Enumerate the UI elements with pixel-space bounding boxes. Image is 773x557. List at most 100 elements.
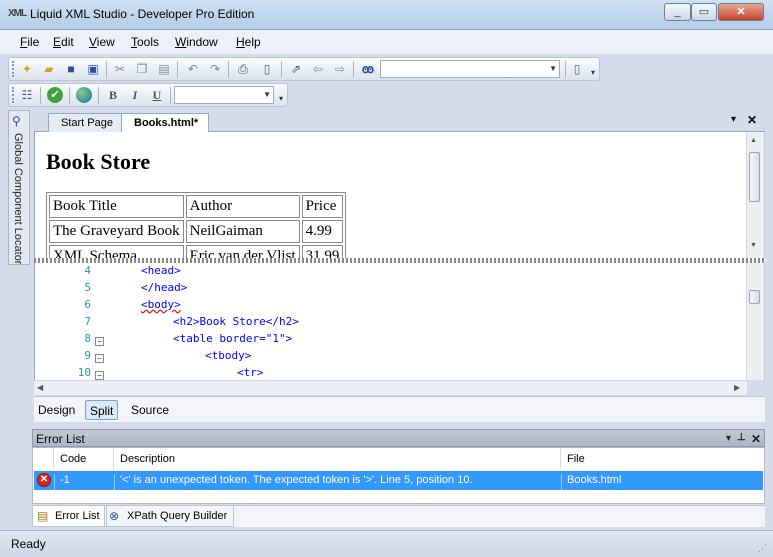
bold-button[interactable]: B — [105, 87, 121, 103]
design-view[interactable]: Book Store Book Title Author Price The G… — [34, 132, 763, 258]
menu-view[interactable]: View — [89, 35, 115, 49]
tab-split[interactable]: Split — [85, 400, 119, 420]
table-header-cell: Book Title — [49, 195, 184, 218]
open-icon[interactable]: ▰ — [41, 61, 57, 77]
validate-icon[interactable]: ✔ — [47, 87, 63, 103]
cut-icon[interactable]: ✂ — [112, 61, 128, 77]
print-icon[interactable]: ⎙ — [235, 61, 251, 77]
scroll-thumb[interactable] — [749, 290, 760, 304]
line-number: 6 — [84, 298, 91, 311]
bottom-panel-tabs: ▤ Error List ⊗ XPath Query Builder — [32, 505, 765, 527]
toolbar-overflow-icon[interactable]: ▾ — [591, 68, 595, 77]
minimize-button[interactable]: _ — [664, 3, 691, 21]
column-header-code[interactable]: Code — [54, 448, 114, 469]
code-text: <h2>Book Store</h2> — [173, 315, 299, 328]
app-icon: XML — [8, 8, 27, 19]
source-vertical-scrollbar[interactable] — [746, 263, 762, 380]
global-component-locator-panel[interactable]: ⚲ Global Component Locator — [8, 110, 30, 265]
pin-icon[interactable]: ⊥ — [737, 432, 746, 443]
scroll-down-icon[interactable]: ▼ — [750, 242, 757, 249]
tab-error-list[interactable]: ▤ Error List — [32, 506, 107, 527]
book-table: Book Title Author Price The Graveyard Bo… — [46, 192, 347, 258]
redo-icon[interactable]: ↷ — [207, 61, 223, 77]
table-row: The Graveyard Book NeilGaiman 4.99 — [49, 220, 344, 243]
globe-icon[interactable] — [76, 87, 92, 103]
line-number: 7 — [84, 315, 91, 328]
toolbar-grip[interactable] — [12, 87, 15, 103]
save-all-icon[interactable]: ▣ — [85, 61, 101, 77]
table-cell: 31.99 — [301, 245, 344, 258]
code-text: </head> — [141, 281, 188, 294]
close-tab-icon[interactable]: ✕ — [747, 113, 757, 127]
new-icon[interactable]: ✦ — [19, 61, 35, 77]
scroll-right-icon[interactable]: ▶ — [734, 383, 740, 392]
table-header-cell: Author — [185, 195, 300, 218]
undo-icon[interactable]: ↶ — [185, 61, 201, 77]
menu-file[interactable]: File — [20, 35, 39, 49]
back-icon[interactable]: ⇦ — [310, 61, 326, 77]
toolbar-separator — [69, 87, 70, 104]
chevron-down-icon[interactable]: ▾ — [731, 114, 736, 125]
forward-icon[interactable]: ⇨ — [332, 61, 348, 77]
xpath-icon: ⊗ — [109, 509, 120, 523]
chevron-down-icon[interactable]: ▼ — [263, 90, 271, 99]
chevron-down-icon[interactable]: ▼ — [549, 64, 557, 73]
tab-xpath-query-builder[interactable]: ⊗ XPath Query Builder — [104, 506, 235, 527]
print-preview-icon[interactable]: ▯ — [259, 61, 275, 77]
tree-icon[interactable]: ☷ — [19, 87, 35, 103]
paste-icon[interactable]: ▤ — [156, 61, 172, 77]
tab-xpath-label: XPath Query Builder — [127, 510, 228, 522]
code-text: <tr> — [237, 366, 264, 379]
line-number: 9 — [84, 349, 91, 362]
design-vertical-scrollbar[interactable]: ▲ ▼ — [746, 132, 762, 258]
tab-design[interactable]: Design — [34, 400, 79, 420]
find-combo[interactable]: ▼ — [380, 60, 560, 78]
fold-icon[interactable]: − — [95, 337, 104, 346]
table-cell: Eric van der Vlist — [185, 245, 300, 258]
find-icon[interactable]: ꙭ — [360, 61, 376, 77]
resize-grip-icon[interactable]: ⋰ — [758, 543, 767, 554]
menu-edit[interactable]: Edit — [53, 35, 74, 49]
toolbar-grip[interactable] — [12, 61, 15, 77]
goto-icon[interactable]: ⇗ — [288, 61, 304, 77]
toolbar-separator — [353, 61, 354, 78]
error-row[interactable]: ✕ -1 '<' is an unexpected token. The exp… — [34, 471, 763, 490]
maximize-button[interactable]: ▭ — [691, 3, 717, 21]
italic-button[interactable]: I — [127, 87, 143, 103]
column-header-file[interactable]: File — [561, 448, 764, 469]
close-button[interactable]: ✕ — [718, 3, 764, 21]
chevron-down-icon[interactable]: ▾ — [726, 433, 731, 444]
tab-source[interactable]: Source — [127, 400, 173, 420]
menu-window[interactable]: Window — [175, 35, 218, 49]
menu-tools[interactable]: Tools — [131, 35, 159, 49]
underline-button[interactable]: U — [149, 87, 165, 103]
standard-toolbar: ✦ ▰ ■ ▣ ✂ ❐ ▤ ↶ ↷ ⎙ ▯ ⇗ ⇦ ⇨ ꙭ ▼ ▯ ▾ — [8, 57, 600, 81]
copy-icon[interactable]: ❐ — [134, 61, 150, 77]
document-icon[interactable]: ▯ — [569, 61, 585, 77]
fold-icon[interactable]: − — [95, 354, 104, 363]
scroll-up-icon[interactable]: ▲ — [750, 137, 757, 144]
scroll-thumb[interactable] — [749, 152, 760, 202]
fold-icon[interactable]: − — [95, 371, 104, 380]
format-combo[interactable]: ▼ — [174, 86, 274, 104]
source-editor[interactable]: 4 <head> 5 </head> 6 <body> 7 <h2>Book S… — [34, 263, 763, 380]
code-line: 10 − <tr> — [35, 366, 735, 380]
source-horizontal-scrollbar[interactable]: ◀ ▶ — [34, 380, 747, 395]
code-lines: 4 <head> 5 </head> 6 <body> 7 <h2>Book S… — [35, 263, 747, 380]
tab-start-page[interactable]: Start Page — [48, 113, 124, 132]
toolbar-overflow-icon[interactable]: ▾ — [279, 94, 283, 103]
error-icon: ✕ — [37, 473, 51, 487]
title-bar: XML Liquid XML Studio - Developer Pro Ed… — [0, 0, 773, 30]
error-list: Code Description File ✕ -1 '<' is an une… — [32, 447, 765, 504]
close-panel-icon[interactable]: ✕ — [751, 432, 761, 446]
table-header-cell: Price — [301, 195, 344, 218]
toolbar-separator — [170, 87, 171, 104]
toolbar-separator — [106, 61, 107, 78]
scroll-left-icon[interactable]: ◀ — [37, 383, 43, 392]
tab-books-html[interactable]: Books.html* — [121, 113, 210, 133]
menu-help[interactable]: Help — [236, 35, 261, 49]
save-icon[interactable]: ■ — [63, 61, 79, 77]
table-cell: 4.99 — [301, 220, 344, 243]
column-header-description[interactable]: Description — [114, 448, 561, 469]
column-header-icon[interactable] — [33, 448, 54, 469]
